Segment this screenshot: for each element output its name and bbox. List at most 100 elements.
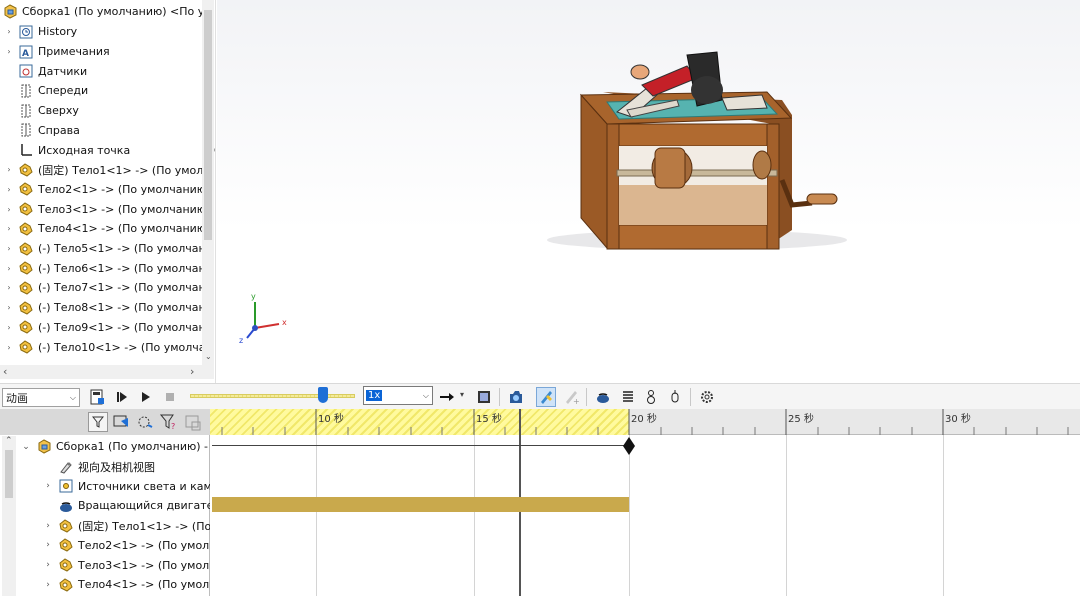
- tree-item[interactable]: › (-) Тело6<1> -> (По умолчан: [0, 258, 206, 278]
- calculate-button[interactable]: [87, 387, 107, 407]
- scroll-right-arrow-icon[interactable]: ›: [190, 365, 194, 378]
- tree-item-label: Примечания: [38, 45, 110, 59]
- contact-button[interactable]: [641, 387, 661, 407]
- part-icon: [18, 280, 34, 296]
- tree-vertical-scrollbar[interactable]: [202, 0, 214, 365]
- tree-item[interactable]: › (-) Тело7<1> -> (По умолчан: [0, 278, 206, 298]
- gravity-button[interactable]: [665, 387, 685, 407]
- tree-item[interactable]: › A Примечания: [0, 42, 110, 62]
- expand-arrow-icon[interactable]: ›: [4, 244, 14, 253]
- key-point[interactable]: [623, 437, 635, 455]
- expand-arrow-icon[interactable]: ›: [4, 264, 14, 273]
- tree-item[interactable]: › Тело2<1> -> (По умолчанию: [0, 180, 206, 200]
- tree-item[interactable]: Спереди: [0, 81, 88, 101]
- sensors-icon: [18, 63, 34, 79]
- motion-tree-item[interactable]: Вращающийся двигате: [42, 496, 213, 516]
- motion-tree-item[interactable]: 视向及相机视图: [42, 457, 155, 477]
- expand-arrow-icon[interactable]: ›: [42, 481, 54, 491]
- tree-horizontal-scrollbar[interactable]: ‹ ›: [0, 365, 214, 379]
- timeline-gridline: [316, 435, 317, 596]
- expand-arrow-icon[interactable]: ›: [42, 560, 54, 570]
- tree-item[interactable]: Сверху: [0, 101, 79, 121]
- expand-arrow-icon[interactable]: ›: [42, 521, 54, 531]
- expand-arrow-icon[interactable]: ›: [4, 224, 14, 233]
- panel-splitter-handle[interactable]: [214, 140, 215, 160]
- tree-item[interactable]: › (-) Тело10<1> -> (По умолча: [0, 337, 206, 357]
- part-icon: [18, 221, 34, 237]
- tree-item[interactable]: Справа: [0, 121, 80, 141]
- scroll-down-arrow-icon[interactable]: ⌄: [205, 352, 212, 361]
- tree-item[interactable]: › (-) Тело9<1> -> (По умолчан: [0, 318, 206, 338]
- collapse-arrow-icon[interactable]: ⌄: [20, 442, 32, 452]
- expand-arrow-icon[interactable]: ›: [4, 27, 14, 36]
- history-icon: [18, 24, 34, 40]
- tree-item[interactable]: › Тело4<1> -> (По умолчанию: [0, 219, 206, 239]
- expand-arrow-icon[interactable]: ›: [4, 283, 14, 292]
- playback-slider-knob[interactable]: [318, 387, 328, 403]
- motion-tree-item[interactable]: › Тело3<1> -> (По умолч: [42, 555, 216, 575]
- save-animation-button[interactable]: [474, 387, 494, 407]
- spring-button[interactable]: [618, 387, 638, 407]
- add-key-button[interactable]: +: [561, 387, 581, 407]
- play-button[interactable]: [136, 387, 156, 407]
- filter-animated-button[interactable]: [88, 412, 108, 432]
- tree-item-label: Тело3<1> -> (По умолчанию: [38, 202, 207, 216]
- playback-mode-button[interactable]: [437, 387, 457, 407]
- playback-speed-select[interactable]: 1x ⌵: [363, 386, 433, 405]
- expand-arrow-icon[interactable]: ›: [4, 165, 14, 174]
- timeline-gridline: [474, 435, 475, 596]
- expand-arrow-icon[interactable]: ›: [4, 343, 14, 352]
- filter-results-button[interactable]: ?: [159, 413, 178, 431]
- motion-tree-scroll-thumb[interactable]: [5, 450, 13, 498]
- study-type-select[interactable]: 动画 ⌵: [2, 388, 80, 407]
- assembly-icon: [2, 4, 18, 20]
- motion-tree-scrollbar[interactable]: ⌃: [2, 436, 16, 596]
- scroll-left-arrow-icon[interactable]: ‹: [3, 365, 7, 378]
- expand-arrow-icon[interactable]: ›: [4, 205, 14, 214]
- calculator-icon: [90, 389, 104, 405]
- tree-item[interactable]: › History: [0, 22, 77, 42]
- motion-tree-item-label: Вращающийся двигате: [78, 499, 214, 513]
- part-icon: [18, 319, 34, 335]
- play-from-start-icon: [117, 392, 127, 402]
- model-render: [246, 51, 847, 339]
- expand-arrow-icon[interactable]: ›: [42, 580, 54, 590]
- autokey-button[interactable]: [536, 387, 556, 407]
- study-properties-button[interactable]: [697, 387, 717, 407]
- motion-tree-item[interactable]: ⌄ Сборка1 (По умолчанию) -: [20, 437, 208, 457]
- part-icon: [58, 557, 74, 573]
- expand-arrow-icon[interactable]: ›: [4, 303, 14, 312]
- motor-button[interactable]: [593, 387, 613, 407]
- play-from-start-button[interactable]: [112, 387, 132, 407]
- expand-arrow-icon[interactable]: ›: [42, 540, 54, 550]
- tree-root-row[interactable]: Сборка1 (По умолчанию) <По ум: [0, 2, 213, 22]
- animation-wizard-button[interactable]: [506, 387, 526, 407]
- motion-tree-item[interactable]: › Тело2<1> -> (По умолч: [42, 536, 216, 556]
- filter-driving-button[interactable]: [112, 413, 130, 431]
- playback-mode-dropdown-icon[interactable]: ▾: [460, 390, 464, 399]
- motor-duration-bar[interactable]: [212, 497, 629, 512]
- playback-slider-track[interactable]: [190, 394, 355, 398]
- expand-arrow-icon[interactable]: ›: [4, 185, 14, 194]
- expand-arrow-icon[interactable]: ›: [4, 47, 14, 56]
- filter-selected-button[interactable]: [136, 413, 154, 431]
- tree-item-label: Тело4<1> -> (По умолчанию: [38, 222, 207, 236]
- motion-tree-item-label: Тело2<1> -> (По умолч: [78, 538, 216, 552]
- collapse-tree-button[interactable]: [184, 413, 202, 431]
- stop-button[interactable]: [160, 387, 180, 407]
- tree-item[interactable]: Датчики: [0, 61, 87, 81]
- graphics-viewport[interactable]: y x z: [217, 0, 1080, 383]
- tree-scroll-thumb[interactable]: [204, 10, 212, 240]
- motion-tree-item-label: Тело4<1> -> (По умолч: [78, 578, 216, 592]
- tree-item[interactable]: › Тело3<1> -> (По умолчанию: [0, 199, 206, 219]
- scroll-up-arrow-icon[interactable]: ⌃: [5, 436, 13, 446]
- motion-tree-item[interactable]: › Источники света и кам: [42, 476, 212, 496]
- timeline-grid[interactable]: [210, 435, 1080, 596]
- expand-arrow-icon[interactable]: ›: [4, 323, 14, 332]
- tree-item[interactable]: › (-) Тело5<1> -> (По умолчан: [0, 239, 206, 259]
- tree-item[interactable]: › (固定) Тело1<1> -> (По умолч: [0, 160, 210, 180]
- motion-tree-item[interactable]: › Тело4<1> -> (По умолч: [42, 575, 216, 595]
- tree-item[interactable]: Исходная точка: [0, 140, 130, 160]
- motion-tree-item[interactable]: › (固定) Тело1<1> -> (По: [42, 516, 211, 536]
- tree-item[interactable]: › (-) Тело8<1> -> (По умолчан: [0, 298, 206, 318]
